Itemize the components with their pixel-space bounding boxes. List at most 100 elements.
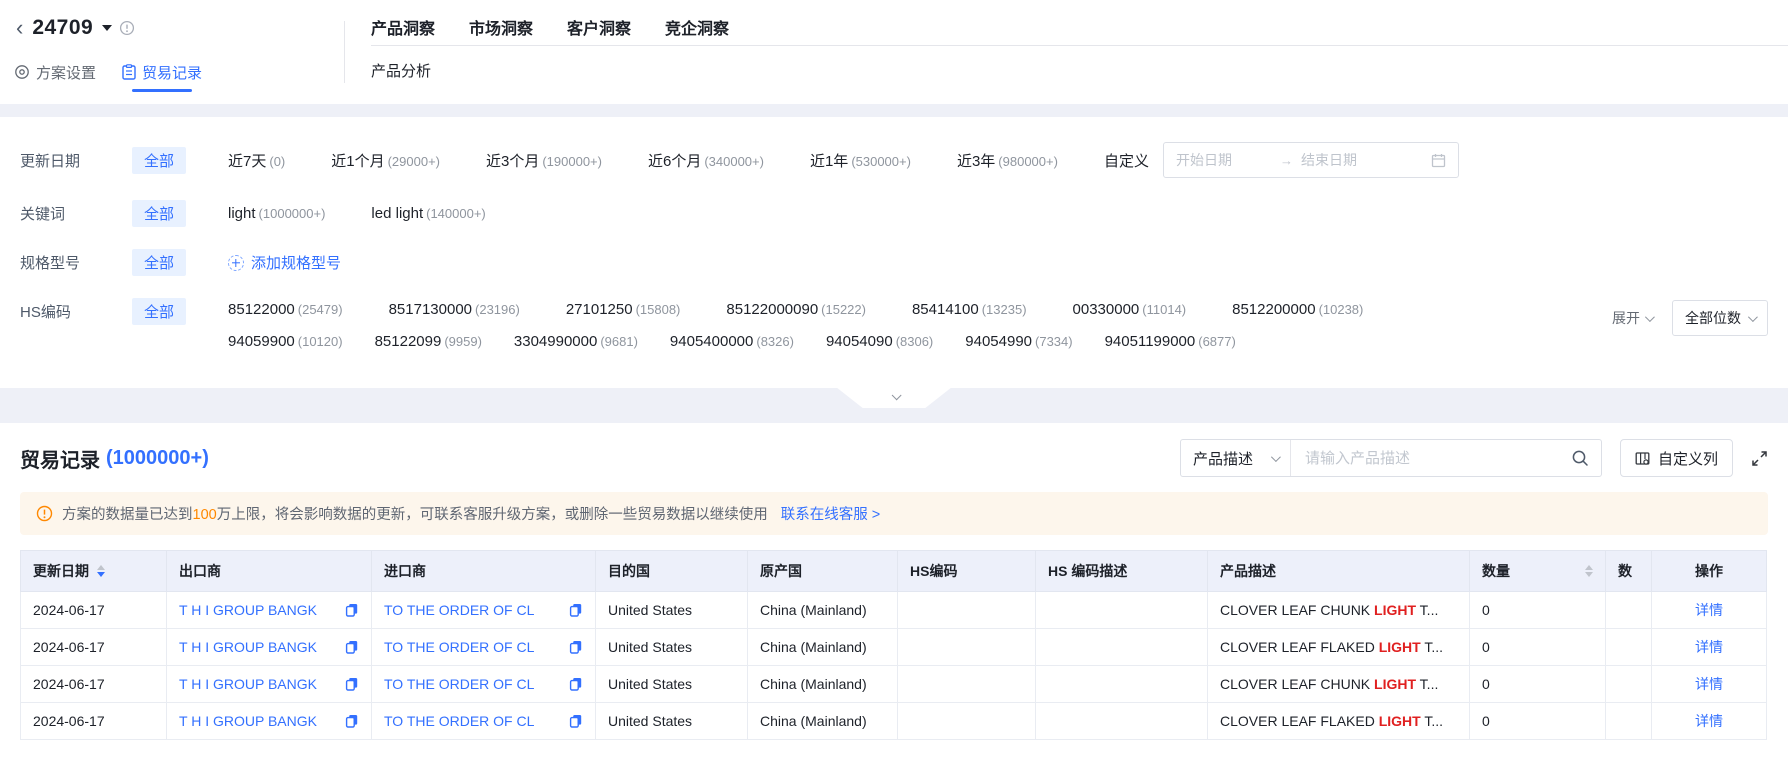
copy-icon[interactable] bbox=[569, 640, 583, 654]
importer-link[interactable]: TO THE ORDER OF CL bbox=[384, 639, 534, 655]
keyword-light[interactable]: light (1000000+) bbox=[228, 205, 325, 222]
exporter-link[interactable]: T H I GROUP BANGK bbox=[179, 602, 317, 618]
cell-hs-code bbox=[897, 665, 1036, 703]
digits-dropdown[interactable]: 全部位数 bbox=[1672, 300, 1768, 336]
back-icon[interactable]: ‹ bbox=[14, 17, 25, 39]
end-date-input[interactable] bbox=[1300, 152, 1397, 168]
date-range-picker[interactable]: → bbox=[1162, 142, 1459, 178]
hs-option[interactable]: 85122099 (9959) bbox=[375, 333, 482, 350]
sort-quantity[interactable] bbox=[1585, 565, 1593, 577]
hs-option[interactable]: 27101250 (15808) bbox=[566, 301, 681, 318]
tab-product-analysis[interactable]: 产品分析 bbox=[371, 46, 1788, 81]
option-3months[interactable]: 近3个月 (190000+) bbox=[486, 150, 602, 171]
col-importer: 进口商 bbox=[371, 550, 596, 592]
add-spec-button[interactable]: 添加规格型号 bbox=[228, 252, 341, 273]
importer-link[interactable]: TO THE ORDER OF CL bbox=[384, 602, 534, 618]
cell-date: 2024-06-17 bbox=[20, 628, 167, 666]
app-header: ‹ 24709 方案设置 贸易记录 产品洞察 市场洞察 客户洞察 竞企洞察 产品… bbox=[0, 0, 1788, 104]
table-row: 2024-06-17 T H I GROUP BANGK TO THE ORDE… bbox=[20, 628, 1767, 666]
custom-columns-button[interactable]: 自定义列 bbox=[1619, 439, 1733, 477]
importer-link[interactable]: TO THE ORDER OF CL bbox=[384, 713, 534, 729]
detail-link[interactable]: 详情 bbox=[1695, 639, 1723, 655]
update-date-label: 更新日期 bbox=[20, 152, 81, 170]
collapse-filter-tab[interactable] bbox=[836, 387, 952, 408]
detail-link[interactable]: 详情 bbox=[1695, 676, 1723, 692]
hs-code-line-2: 94059900 (10120) 85122099 (9959) 330499000… bbox=[228, 333, 1586, 350]
plan-id[interactable]: 24709 bbox=[32, 16, 93, 40]
hs-option[interactable]: 85122000 (25479) bbox=[228, 301, 343, 318]
option-6months[interactable]: 近6个月 (340000+) bbox=[648, 150, 764, 171]
hs-option[interactable]: 85122000090 (15222) bbox=[726, 301, 866, 318]
custom-date-label[interactable]: 自定义 bbox=[1104, 150, 1149, 171]
tab-product-insight[interactable]: 产品洞察 bbox=[371, 15, 435, 39]
copy-icon[interactable] bbox=[569, 714, 583, 728]
copy-icon[interactable] bbox=[345, 603, 359, 617]
chevron-down-icon bbox=[1644, 311, 1655, 322]
importer-link[interactable]: TO THE ORDER OF CL bbox=[384, 676, 534, 692]
sort-update-date[interactable] bbox=[97, 565, 105, 577]
cell-destination: United States bbox=[595, 628, 748, 666]
hs-option[interactable]: 94051199000 (6877) bbox=[1105, 333, 1236, 350]
records-title: 贸易记录 bbox=[20, 449, 100, 472]
detail-link[interactable]: 详情 bbox=[1695, 713, 1723, 729]
cell-quantity: 0 bbox=[1469, 702, 1606, 740]
keyword-led-light[interactable]: led light (140000+) bbox=[371, 205, 485, 222]
tab-trade-records[interactable]: 贸易记录 bbox=[122, 62, 202, 83]
copy-icon[interactable] bbox=[345, 677, 359, 691]
copy-icon[interactable] bbox=[569, 603, 583, 617]
hs-option[interactable]: 9405400000 (8326) bbox=[670, 333, 794, 350]
hs-option[interactable]: 94059900 (10120) bbox=[228, 333, 343, 350]
hs-option[interactable]: 94054990 (7334) bbox=[965, 333, 1072, 350]
search-button[interactable] bbox=[1559, 449, 1601, 467]
hs-option[interactable]: 8517130000 (23196) bbox=[389, 301, 520, 318]
update-date-all-chip[interactable]: 全部 bbox=[132, 146, 187, 174]
search-input[interactable] bbox=[1290, 449, 1559, 467]
plan-settings-label: 方案设置 bbox=[36, 64, 97, 82]
tab-competitor-insight[interactable]: 竞企洞察 bbox=[665, 15, 729, 39]
tab-customer-insight[interactable]: 客户洞察 bbox=[567, 15, 631, 39]
records-table: 更新日期 出口商 进口商 目的国 原产国 HS编码 HS 编码描述 产品描述 数… bbox=[20, 550, 1768, 740]
cell-destination: United States bbox=[595, 702, 748, 740]
hs-option[interactable]: 3304990000 (9681) bbox=[514, 333, 638, 350]
start-date-input[interactable] bbox=[1175, 152, 1272, 168]
hs-option[interactable]: 94054090 (8306) bbox=[826, 333, 933, 350]
calendar-icon[interactable] bbox=[1431, 153, 1446, 168]
option-1month[interactable]: 近1个月 (29000+) bbox=[331, 150, 440, 171]
keyword-all-chip[interactable]: 全部 bbox=[132, 200, 187, 227]
copy-icon[interactable] bbox=[569, 677, 583, 691]
keyword-highlight: LIGHT bbox=[1374, 602, 1417, 618]
option-3years[interactable]: 近3年 (980000+) bbox=[957, 150, 1058, 171]
quota-number: 100 bbox=[192, 507, 217, 523]
fullscreen-button[interactable] bbox=[1751, 450, 1768, 467]
expand-button[interactable]: 展开 bbox=[1612, 308, 1655, 328]
hs-option[interactable]: 00330000 (11014) bbox=[1073, 301, 1187, 318]
contact-support-link[interactable]: 联系在线客服 > bbox=[781, 503, 881, 524]
tab-plan-settings[interactable]: 方案设置 bbox=[14, 62, 96, 83]
cell-exporter: T H I GROUP BANGK bbox=[166, 591, 372, 629]
insight-tabs: 产品洞察 市场洞察 客户洞察 竞企洞察 bbox=[371, 12, 1788, 46]
exporter-link[interactable]: T H I GROUP BANGK bbox=[179, 713, 317, 729]
option-1year[interactable]: 近1年 (530000+) bbox=[810, 150, 911, 171]
detail-link[interactable]: 详情 bbox=[1695, 602, 1723, 618]
filter-row-hs-code: HS编码 全部 85122000 (25479) 8517130000 (23196… bbox=[20, 287, 1768, 361]
search-type-select[interactable]: 产品描述 bbox=[1181, 440, 1291, 476]
copy-icon[interactable] bbox=[345, 640, 359, 654]
info-icon[interactable] bbox=[119, 20, 135, 36]
exporter-link[interactable]: T H I GROUP BANGK bbox=[179, 676, 317, 692]
keyword-highlight: LIGHT bbox=[1378, 639, 1421, 655]
copy-icon[interactable] bbox=[345, 714, 359, 728]
col-product-desc: 产品描述 bbox=[1207, 550, 1470, 592]
chevron-down-icon bbox=[891, 390, 902, 401]
spec-all-chip[interactable]: 全部 bbox=[132, 249, 187, 276]
cell-exporter: T H I GROUP BANGK bbox=[166, 665, 372, 703]
cell-quantity: 0 bbox=[1469, 591, 1606, 629]
col-quantity: 数量 bbox=[1469, 550, 1606, 592]
tab-market-insight[interactable]: 市场洞察 bbox=[469, 15, 533, 39]
hs-option[interactable]: 85414100 (13235) bbox=[912, 301, 1027, 318]
chevron-down-icon[interactable] bbox=[102, 25, 113, 31]
option-7days[interactable]: 近7天 (0) bbox=[228, 150, 285, 171]
hs-option[interactable]: 8512200000 (10238) bbox=[1232, 301, 1363, 318]
exporter-link[interactable]: T H I GROUP BANGK bbox=[179, 639, 317, 655]
hs-all-chip[interactable]: 全部 bbox=[132, 298, 187, 325]
chevron-down-icon bbox=[1747, 311, 1758, 322]
